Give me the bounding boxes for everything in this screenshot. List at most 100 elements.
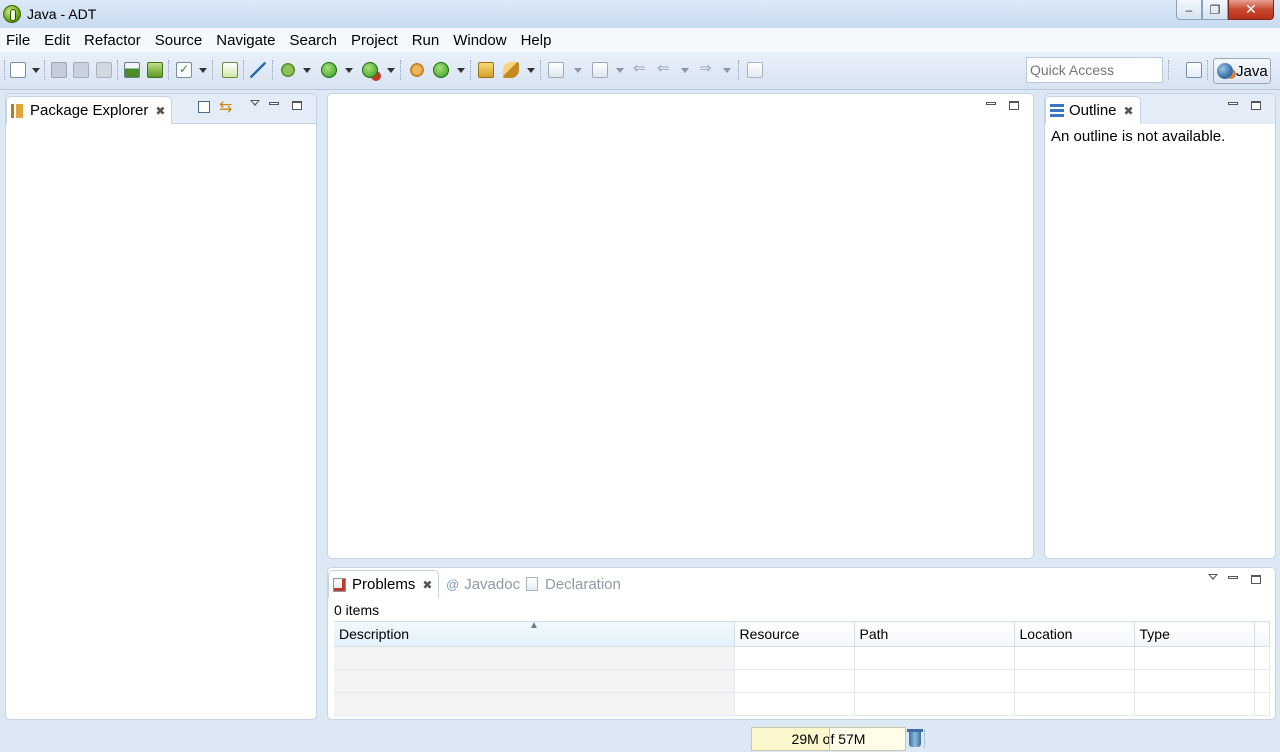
task-icon[interactable]: ✓ <box>176 62 192 78</box>
tab-problems[interactable]: Problems ✖ <box>328 570 440 598</box>
toolbar-separator <box>44 60 46 80</box>
menu-navigate[interactable]: Navigate <box>209 32 282 49</box>
forward-icon[interactable]: ⇒ <box>699 61 715 78</box>
tab-declaration[interactable]: Declaration <box>526 570 621 598</box>
close-icon[interactable]: ✖ <box>1124 104 1134 118</box>
heap-status-label: 29M of 57M <box>791 731 866 747</box>
task-dropdown-icon[interactable] <box>199 62 207 78</box>
lint-icon[interactable] <box>222 62 238 78</box>
toolbar-separator <box>1207 60 1209 80</box>
import-icon[interactable] <box>124 62 140 78</box>
forward-dropdown-icon[interactable] <box>723 62 731 78</box>
last-edit-icon[interactable]: ⇐ <box>633 61 649 78</box>
menu-run[interactable]: Run <box>405 32 447 49</box>
next-annotation-dropdown-icon[interactable] <box>574 62 582 78</box>
package-explorer-panel: Package Explorer ✖ ⇆ <box>5 93 317 720</box>
menu-search[interactable]: Search <box>282 32 344 49</box>
menu-edit[interactable]: Edit <box>37 32 77 49</box>
outline-icon <box>1050 103 1064 118</box>
menu-source[interactable]: Source <box>148 32 210 49</box>
close-button[interactable]: ✕ <box>1228 0 1274 20</box>
menu-refactor[interactable]: Refactor <box>77 32 148 49</box>
trash-icon[interactable] <box>907 729 923 747</box>
toolbar-separator <box>272 60 274 80</box>
search-dropdown-icon[interactable] <box>527 62 535 78</box>
toolbar-separator <box>212 60 214 80</box>
sdk-manager-icon[interactable] <box>147 62 163 78</box>
toolbar-separator <box>1168 60 1170 80</box>
javadoc-icon: @ <box>446 576 460 592</box>
new-dropdown-icon[interactable] <box>32 62 40 78</box>
external-tools-dropdown-icon[interactable] <box>387 62 395 78</box>
back-dropdown-icon[interactable] <box>681 62 689 78</box>
prev-annotation-dropdown-icon[interactable] <box>616 62 624 78</box>
menu-bar: File Edit Refactor Source Navigate Searc… <box>0 28 1280 52</box>
column-location[interactable]: Location <box>1014 621 1135 647</box>
minimize-view-icon[interactable] <box>269 102 279 105</box>
debug-dropdown-icon[interactable] <box>303 62 311 78</box>
open-type-icon[interactable] <box>478 62 494 78</box>
column-type[interactable]: Type <box>1134 621 1255 647</box>
maximize-view-icon[interactable] <box>1251 101 1261 110</box>
restore-button[interactable]: ❐ <box>1202 0 1228 20</box>
outline-message: An outline is not available. <box>1051 128 1226 145</box>
title-bar: Java - ADT – ❐ ✕ <box>0 0 1280 28</box>
run-dropdown-icon[interactable] <box>345 62 353 78</box>
column-path[interactable]: Path <box>854 621 1015 647</box>
tab-label: Declaration <box>545 575 621 593</box>
heap-status[interactable]: 29M of 57M <box>751 727 906 751</box>
save-all-icon[interactable] <box>73 62 89 78</box>
package-explorer-tabbar: Package Explorer ✖ ⇆ <box>6 94 316 124</box>
print-icon[interactable] <box>96 62 112 78</box>
open-perspective-icon[interactable] <box>1186 62 1202 78</box>
menu-window[interactable]: Window <box>446 32 513 49</box>
java-perspective-button[interactable]: Java <box>1213 58 1271 84</box>
problems-count: 0 items <box>334 602 380 618</box>
declaration-icon <box>526 577 538 591</box>
tab-javadoc[interactable]: @ Javadoc <box>446 570 520 598</box>
minimize-editor-icon[interactable] <box>986 102 996 105</box>
link-with-editor-icon[interactable]: ⇆ <box>219 97 232 117</box>
table-row <box>334 669 1270 693</box>
back-icon[interactable]: ⇐ <box>657 61 673 78</box>
column-resource[interactable]: Resource <box>734 621 855 647</box>
problems-icon <box>333 577 346 592</box>
pin-editor-icon[interactable] <box>747 62 763 78</box>
new-package-icon[interactable] <box>409 62 425 78</box>
new-class-dropdown-icon[interactable] <box>457 62 465 78</box>
prev-annotation-icon[interactable] <box>592 62 608 78</box>
close-icon[interactable]: ✖ <box>422 578 432 592</box>
view-menu-icon[interactable] <box>250 100 260 106</box>
editor-area[interactable] <box>327 93 1034 559</box>
view-menu-icon[interactable] <box>1208 574 1218 580</box>
minimize-button[interactable]: – <box>1176 0 1202 20</box>
run-icon[interactable] <box>321 62 337 78</box>
menu-file[interactable]: File <box>0 32 37 49</box>
menu-project[interactable]: Project <box>344 32 405 49</box>
quick-access-input[interactable] <box>1026 57 1163 83</box>
sort-ascending-icon: ▲ <box>529 620 539 631</box>
new-class-icon[interactable] <box>433 62 449 78</box>
problems-table: ▲ Description Resource Path Location Type <box>334 620 1270 716</box>
save-icon[interactable] <box>51 62 67 78</box>
close-icon[interactable]: ✖ <box>155 104 165 118</box>
skip-breakpoints-icon[interactable] <box>250 62 266 78</box>
maximize-view-icon[interactable] <box>292 101 302 110</box>
column-description[interactable]: ▲ Description <box>334 620 735 647</box>
tab-package-explorer[interactable]: Package Explorer ✖ <box>6 96 173 124</box>
tab-label: Package Explorer <box>30 102 149 119</box>
minimize-view-icon[interactable] <box>1228 576 1238 579</box>
new-icon[interactable] <box>10 62 26 78</box>
tab-outline[interactable]: Outline ✖ <box>1045 96 1141 124</box>
minimize-view-icon[interactable] <box>1228 102 1238 105</box>
next-annotation-icon[interactable] <box>548 62 564 78</box>
maximize-view-icon[interactable] <box>1251 575 1261 584</box>
menu-help[interactable]: Help <box>514 32 559 49</box>
toolbar-separator <box>738 60 740 80</box>
search-icon[interactable] <box>503 62 519 78</box>
collapse-all-icon[interactable] <box>198 101 210 113</box>
debug-icon[interactable] <box>280 62 296 78</box>
maximize-editor-icon[interactable] <box>1009 101 1019 110</box>
toolbar-separator <box>4 60 6 80</box>
external-tools-icon[interactable] <box>362 62 378 78</box>
